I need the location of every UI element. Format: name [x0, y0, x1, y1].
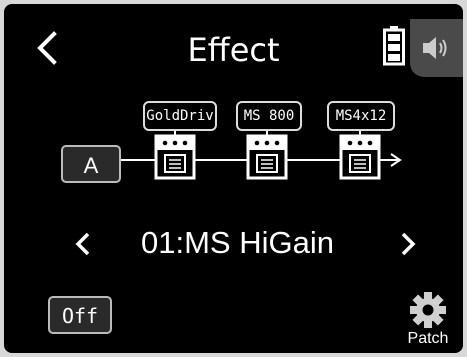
off-button[interactable]: Off: [48, 296, 112, 334]
effect-screen: Effect A GoldDriv MS 800 MS4x12 01:MS Hi…: [4, 4, 463, 353]
effect-label-3[interactable]: MS4x12: [327, 101, 395, 131]
effect-label-2[interactable]: MS 800: [236, 101, 302, 131]
pedal-icon[interactable]: [246, 134, 288, 180]
next-patch-button[interactable]: [397, 229, 419, 259]
pedal-icon[interactable]: [154, 134, 196, 180]
patch-name: 01:MS HiGain: [141, 225, 334, 260]
input-a-button[interactable]: A: [61, 145, 121, 183]
patch-button[interactable]: Patch: [400, 290, 456, 350]
gear-icon: [410, 292, 446, 328]
effect-label-1[interactable]: GoldDriv: [143, 101, 217, 131]
patch-label: Patch: [407, 330, 449, 347]
patch-selector: 01:MS HiGain: [4, 221, 463, 265]
pedal-icon[interactable]: [339, 134, 381, 180]
